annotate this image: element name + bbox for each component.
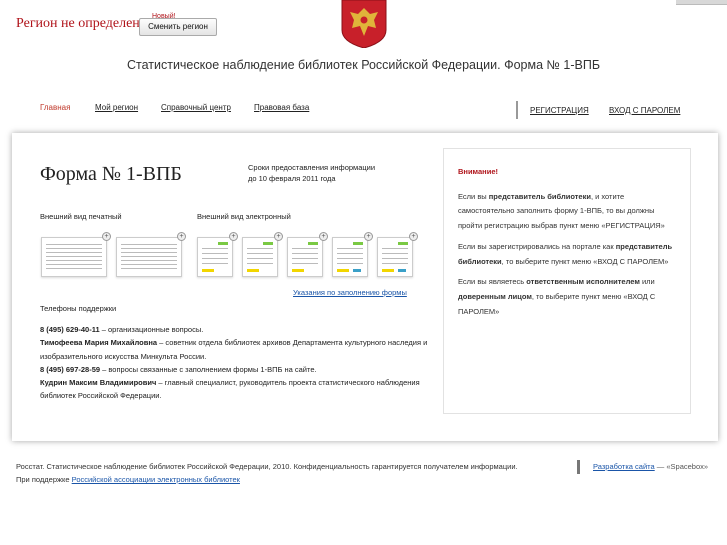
notice-paragraph: Если вы представитель библиотеки, и хоти… [458,190,678,234]
contact-phone: 8 (495) 697-28-59 [40,364,101,374]
contact-item: Тимофеева Мария Михайловна – советник от… [40,336,432,363]
notice-box: Внимание! Если вы представитель библиоте… [443,148,691,414]
zoom-plus-icon[interactable]: + [409,232,418,241]
support-prefix: При поддержке [16,475,72,484]
notice-paragraph: Если вы являетесь ответственным исполнит… [458,275,678,319]
support-contacts: 8 (495) 629-40-11 – организационные вопр… [40,323,432,403]
print-preview-thumbnail[interactable] [41,237,107,277]
nav-item-help-center[interactable]: Справочный центр [161,103,231,112]
contact-name: Кудрин Максим Владимирович [40,378,157,388]
new-badge: Новый! [152,13,176,20]
zoom-plus-icon[interactable]: + [364,232,373,241]
notice-emphasis: ответственным исполнителем [526,277,640,287]
site-title: Статистическое наблюдение библиотек Росс… [126,58,601,72]
top-corner-tab [676,0,727,5]
zoom-plus-icon[interactable]: + [102,232,111,241]
zoom-plus-icon[interactable]: + [229,232,238,241]
zoom-plus-icon[interactable]: + [319,232,328,241]
developer-name: — «Spacebox» [654,462,709,471]
notice-text: Если вы являетесь [458,277,527,287]
notice-heading: Внимание! [458,167,498,176]
notice-text: , то выберите пункт меню «ВХОД С ПАРОЛЕМ… [501,256,669,266]
notice-text: Если вы [458,191,489,201]
association-link[interactable]: Российской ассоциации электронных библио… [72,475,240,484]
zoom-plus-icon[interactable]: + [274,232,283,241]
notice-paragraph: Если вы зарегистрировались на портале ка… [458,240,678,269]
electronic-preview-thumbnail[interactable] [197,237,233,277]
electronic-preview-thumbnail[interactable] [287,237,323,277]
nav-divider [516,101,518,119]
contact-desc: – вопросы связанные с заполнением формы … [100,364,317,374]
footer-divider [577,460,580,474]
contact-desc: – организационные вопросы. [99,325,204,334]
electronic-preview-thumbnail[interactable] [377,237,413,277]
deadline-line: Сроки предоставления информации [248,163,376,172]
nav-item-legal-base[interactable]: Правовая база [254,103,309,112]
contact-item: 8 (495) 697-28-59 – вопросы связанные с … [40,363,432,376]
deadline-date: до 10 февраля 2011 года [248,174,336,183]
login-link[interactable]: ВХОД С ПАРОЛЕМ [609,106,680,115]
support-phones-heading: Телефоны поддержки [40,304,117,313]
footer-copyright: Росстат. Статистическое наблюдение библи… [16,462,518,471]
deadline-info: Сроки предоставления информации до 10 фе… [248,162,375,184]
coat-of-arms-icon [338,0,390,49]
form-title: Форма № 1-ВПБ [40,163,182,185]
register-link[interactable]: РЕГИСТРАЦИЯ [530,106,589,115]
change-region-button[interactable]: Сменить регион [139,18,217,36]
nav-item-my-region[interactable]: Мой регион [95,103,138,112]
print-preview-thumbnail[interactable] [116,237,182,277]
electronic-view-label: Внешний вид электронный [197,212,291,221]
filling-guide-link[interactable]: Указания по заполнению формы [293,288,407,297]
notice-text: Если вы зарегистрировались на портале ка… [458,241,616,251]
footer-support: При поддержке Российской ассоциации элек… [16,475,240,484]
developer-link[interactable]: Разработка сайта [593,462,655,471]
electronic-preview-thumbnail[interactable] [242,237,278,277]
notice-text: или [639,277,655,287]
notice-emphasis: доверенным лицом [458,291,532,301]
notice-emphasis: представитель библиотеки [488,191,591,201]
contact-name: Тимофеева Мария Михайловна [40,338,158,348]
print-view-label: Внешний вид печатный [40,212,122,221]
contact-phone: 8 (495) 629-40-11 [40,325,100,334]
region-status: Регион не определен [16,16,140,31]
nav-item-home[interactable]: Главная [40,103,70,112]
zoom-plus-icon[interactable]: + [177,232,186,241]
contact-item: Кудрин Максим Владимирович – главный спе… [40,376,432,403]
contact-item: 8 (495) 629-40-11 – организационные вопр… [40,323,432,336]
footer-developer: Разработка сайта — «Spacebox» [593,462,708,471]
electronic-preview-thumbnail[interactable] [332,237,368,277]
